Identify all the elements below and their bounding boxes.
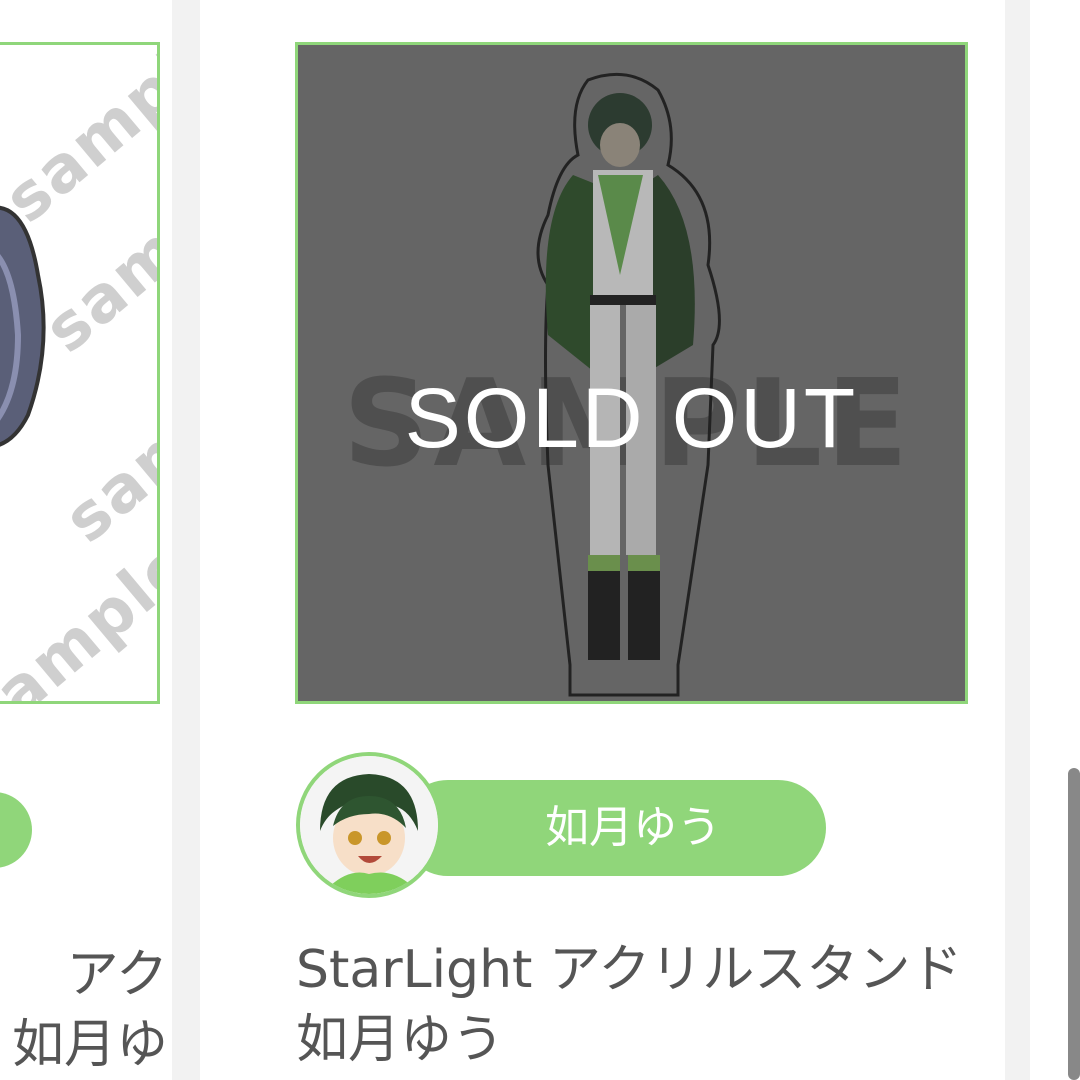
title-line: アク [66,945,168,1005]
creator-badge-left[interactable] [0,792,32,868]
product-title-left[interactable]: アク 如月ゆ [0,940,168,1080]
product-thumbnail[interactable]: SAMPLE SOLD OUT [295,42,968,704]
scrollbar[interactable] [1068,768,1080,1080]
title-line: 如月ゆ [11,1015,168,1075]
product-card[interactable]: SAMPLE SOLD OUT 如月ゆう [200,0,1005,1080]
creator-badge[interactable]: 如月ゆう [400,780,826,876]
product-title[interactable]: StarLight アクリルスタンド 如月ゆう [296,935,976,1075]
acrylic-stand-figure-left [0,206,46,447]
product-thumbnail-left[interactable]: sample sample sample sample [0,42,160,704]
creator-avatar[interactable] [296,752,442,898]
product-card-left[interactable]: sample sample sample sample アク 如月ゆ [0,0,172,1080]
sold-out-label: SOLD OUT [404,371,859,465]
avatar-image [300,756,438,894]
